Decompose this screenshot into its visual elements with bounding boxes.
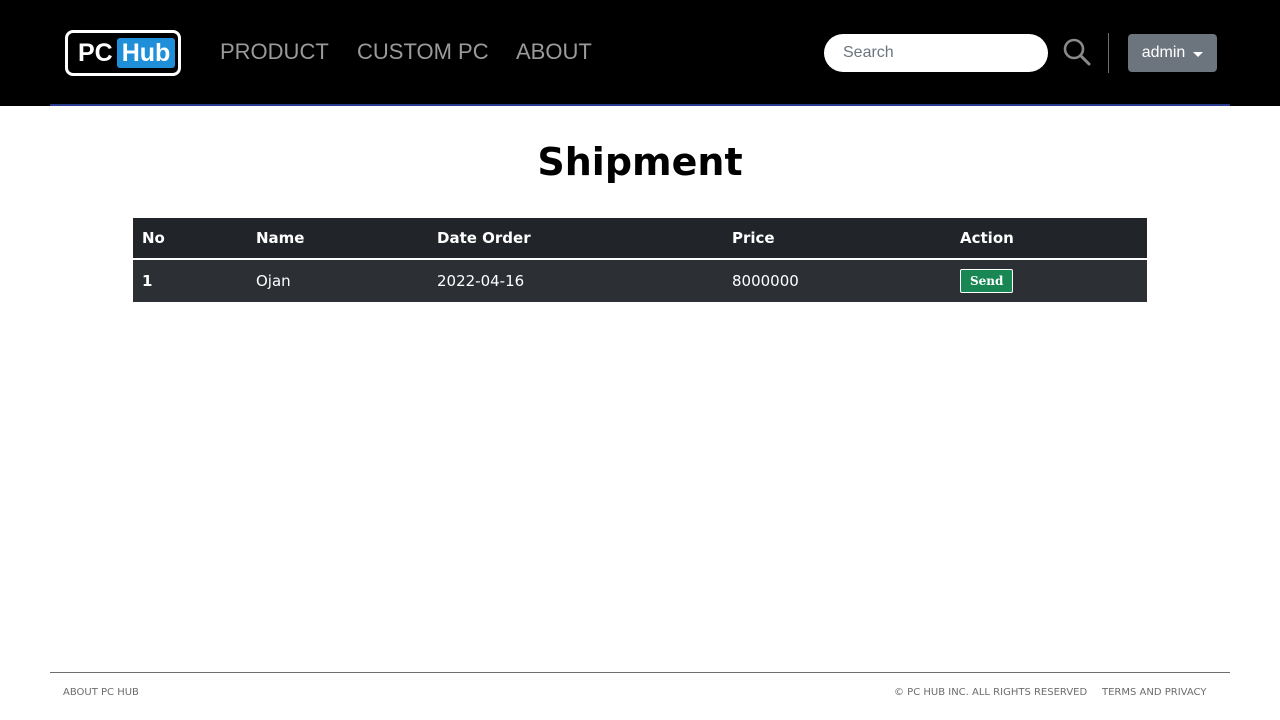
shipment-table: No Name Date Order Price Action 1 Ojan 2… — [133, 218, 1147, 302]
table-header-row: No Name Date Order Price Action — [133, 218, 1147, 260]
search-input[interactable] — [824, 34, 1048, 72]
search-icon — [1063, 38, 1091, 66]
footer-terms-link[interactable]: TERMS AND PRIVACY — [1102, 687, 1206, 698]
logo-pc-text: PC — [78, 38, 113, 67]
header-no: No — [133, 218, 247, 260]
navbar: PC Hub PRODUCT CUSTOM PC ABOUT admin — [0, 0, 1280, 106]
nav-link-about[interactable]: ABOUT — [516, 39, 592, 65]
footer-divider — [50, 672, 1230, 673]
nav-link-custom-pc[interactable]: CUSTOM PC — [357, 39, 489, 65]
cell-no: 1 — [133, 259, 247, 302]
cell-action: Send — [951, 259, 1147, 302]
logo-hub-text: Hub — [116, 38, 176, 68]
nav-divider — [1108, 33, 1109, 73]
search-button[interactable] — [1062, 37, 1092, 67]
user-menu-label: admin — [1141, 44, 1186, 61]
nav-link-product[interactable]: PRODUCT — [220, 39, 329, 65]
footer-copyright: © PC HUB INC. ALL RIGHTS RESERVED — [894, 687, 1088, 698]
header-name: Name — [247, 218, 428, 260]
table-row: 1 Ojan 2022-04-16 8000000 Send — [133, 259, 1147, 302]
header-action: Action — [951, 218, 1147, 260]
navbar-underline — [50, 104, 1230, 106]
send-button[interactable]: Send — [960, 269, 1014, 293]
brand-logo[interactable]: PC Hub — [65, 30, 181, 76]
cell-price: 8000000 — [723, 259, 951, 302]
page-title: Shipment — [537, 140, 743, 184]
header-date-order: Date Order — [428, 218, 723, 260]
cell-date-order: 2022-04-16 — [428, 259, 723, 302]
caret-down-icon — [1193, 51, 1204, 57]
cell-name: Ojan — [247, 259, 428, 302]
user-menu-dropdown[interactable]: admin — [1128, 34, 1217, 72]
footer-about-link[interactable]: ABOUT PC HUB — [63, 687, 139, 698]
header-price: Price — [723, 218, 951, 260]
